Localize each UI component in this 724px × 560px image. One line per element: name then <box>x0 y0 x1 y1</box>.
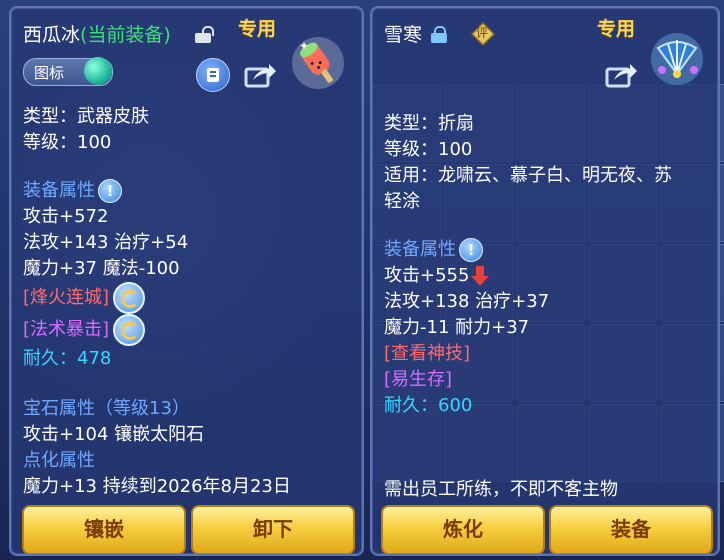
dot-line: 魔力+13 持续到2026年8月23日 <box>23 476 291 497</box>
special-label: 专用 <box>597 18 636 40</box>
fan-item-icon <box>648 30 706 88</box>
item-name: 雪寒 <box>384 24 423 46</box>
lock-closed-icon[interactable] <box>431 26 447 43</box>
equipped-item-tooltip: 西瓜冰(当前装备) 专用 图标 ✦ 类型：武器皮肤 等级：100 装备属性 ! … <box>9 6 364 556</box>
usable-line: 适用：龙啸云、慕子白、明无夜、苏 <box>384 165 672 186</box>
share-icon <box>244 64 276 88</box>
refresh-icon[interactable] <box>113 314 146 346</box>
share-button[interactable] <box>604 60 638 90</box>
item-info: 类型：武器皮肤 等级：100 装备属性! 攻击+572 法攻+143 治疗+54… <box>23 104 291 500</box>
magic-attack-line: 法攻+143 治疗+54 <box>23 232 189 253</box>
rate-badge-label: 评 <box>476 26 489 40</box>
skill-link-2[interactable]: [易生存] <box>384 367 672 393</box>
compare-item-tooltip: 雪寒 评 专用 类型：折扇 等级：100 适用：龙啸云、慕子白、明无夜、苏 轻涂 <box>370 6 720 556</box>
info-icon[interactable]: ! <box>98 179 122 203</box>
skill-link-1[interactable]: [烽火连城] <box>23 285 109 311</box>
toggle-knob-icon <box>84 57 112 85</box>
item-info: 类型：折扇 等级：100 适用：龙啸云、慕子白、明无夜、苏 轻涂 装备属性! 攻… <box>384 111 672 503</box>
bag-icon <box>207 68 219 82</box>
rate-badge[interactable]: 评 <box>470 21 496 47</box>
skill-link-1[interactable]: [查看神技] <box>384 341 672 367</box>
durability-line: 耐久：600 <box>384 395 473 416</box>
equipped-tag: (当前装备) <box>80 24 171 46</box>
attr-header: 装备属性 <box>384 239 456 260</box>
bag-button[interactable] <box>196 58 230 92</box>
cut-line: 需出员工所练，不即不客主物 <box>384 479 618 500</box>
equip-button[interactable]: 装备 <box>549 505 713 554</box>
svg-text:✦: ✦ <box>299 39 309 53</box>
type-line: 类型：武器皮肤 <box>23 106 149 127</box>
item-title: 西瓜冰(当前装备) <box>23 20 171 47</box>
skill-link-2[interactable]: [法术暴击] <box>23 317 109 343</box>
refresh-icon[interactable] <box>113 282 146 314</box>
mana-line: 魔力+37 魔法-100 <box>23 258 180 279</box>
attr-header: 装备属性 <box>23 180 95 201</box>
popsicle-item-icon: ✦ <box>289 34 347 92</box>
durability-line: 耐久：478 <box>23 348 112 369</box>
attack-line: 攻击+555 <box>384 265 470 286</box>
attack-line: 攻击+572 <box>23 206 109 227</box>
item-title: 雪寒 <box>384 20 422 47</box>
level-line: 等级：100 <box>384 139 473 160</box>
type-line: 类型：折扇 <box>384 113 474 134</box>
down-arrow-icon <box>471 265 490 287</box>
info-icon[interactable]: ! <box>459 238 483 262</box>
share-icon <box>605 64 637 88</box>
gem-line: 攻击+104 镶嵌太阳石 <box>23 424 205 445</box>
gem-header: 宝石属性（等级13） <box>23 398 190 419</box>
unequip-button[interactable]: 卸下 <box>191 505 355 554</box>
magic-attack-line: 法攻+138 治疗+37 <box>384 291 550 312</box>
dot-header: 点化属性 <box>23 450 95 471</box>
refine-button[interactable]: 炼化 <box>381 505 545 554</box>
lock-open-icon[interactable] <box>195 26 214 43</box>
inlay-button[interactable]: 镶嵌 <box>22 505 186 554</box>
icon-toggle[interactable]: 图标 <box>23 57 113 86</box>
share-button[interactable] <box>243 60 277 90</box>
item-name: 西瓜冰 <box>23 24 81 46</box>
usable-line-cont: 轻涂 <box>384 191 420 212</box>
level-line: 等级：100 <box>23 132 112 153</box>
special-label: 专用 <box>238 18 277 40</box>
mana-line: 魔力-11 耐力+37 <box>384 317 530 338</box>
icon-toggle-label: 图标 <box>34 64 65 82</box>
